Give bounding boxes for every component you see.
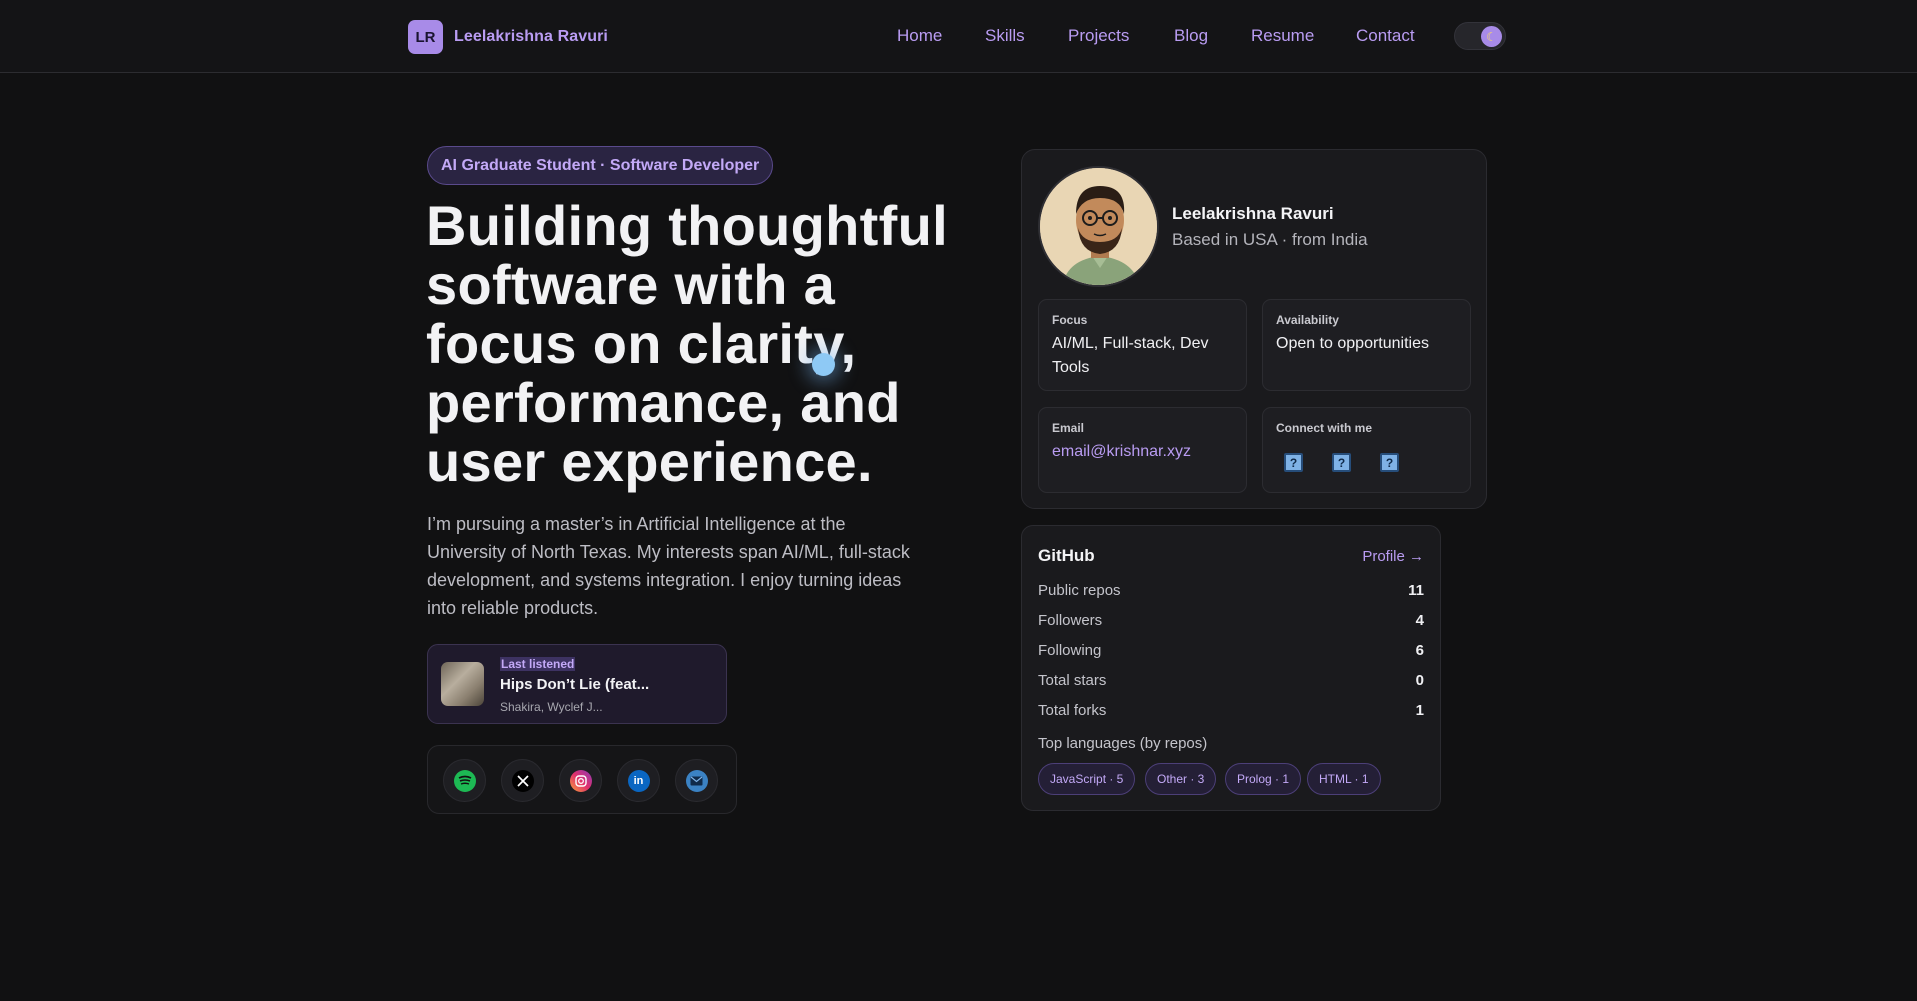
stat-row: Total forks 1 (1038, 702, 1424, 722)
track-title: Hips Don’t Lie (feat... (500, 676, 650, 693)
languages-title: Top languages (by repos) (1038, 735, 1208, 752)
brand[interactable]: LR Leelakrishna Ravuri (408, 20, 608, 54)
track-artist: Shakira, Wyclef J... (500, 700, 603, 714)
stat-label: Following (1038, 642, 1102, 659)
stat-row: Total stars 0 (1038, 672, 1424, 692)
linkedin-link[interactable]: in (617, 759, 660, 802)
availability-box: Availability Open to opportunities (1262, 299, 1471, 391)
stat-label: Followers (1038, 612, 1103, 629)
stat-label: Public repos (1038, 582, 1121, 599)
moon-icon: ☾ (1481, 26, 1502, 47)
stat-value: 11 (1408, 582, 1424, 599)
broken-image-icon[interactable]: ? (1284, 453, 1303, 472)
github-title: GitHub (1038, 546, 1095, 565)
profile-name: Leelakrishna Ravuri (1172, 204, 1334, 223)
spotify-link[interactable] (443, 759, 486, 802)
nav-projects[interactable]: Projects (1068, 26, 1129, 46)
profile-card: Leelakrishna Ravuri Based in USA · from … (1021, 149, 1487, 509)
cursor-glow (812, 353, 835, 376)
x-link[interactable] (501, 759, 544, 802)
connect-box: Connect with me ? ? ? (1262, 407, 1471, 493)
availability-label: Availability (1276, 313, 1339, 327)
navbar: LR Leelakrishna Ravuri Home Skills Proje… (0, 0, 1917, 73)
last-listened-label: Last listened (500, 657, 576, 671)
stat-value: 4 (1415, 612, 1424, 629)
email-link-text[interactable]: email@krishnar.xyz (1052, 440, 1232, 464)
avatar (1038, 166, 1159, 287)
instagram-link[interactable] (559, 759, 602, 802)
focus-box: Focus AI/ML, Full-stack, Dev Tools (1038, 299, 1247, 391)
language-chip: Other · 3 (1145, 763, 1217, 795)
instagram-icon (569, 769, 592, 792)
brand-name[interactable]: Leelakrishna Ravuri (454, 28, 608, 46)
role-badge: AI Graduate Student · Software Developer (427, 146, 774, 185)
nav-home[interactable]: Home (897, 26, 942, 46)
profile-location: Based in USA · from India (1172, 230, 1368, 249)
email-label: Email (1052, 421, 1085, 435)
stat-row: Followers 4 (1038, 612, 1424, 632)
brand-logo[interactable]: LR (408, 20, 443, 54)
email-box: Email email@krishnar.xyz (1038, 407, 1247, 493)
spotify-icon (453, 769, 476, 792)
email-icon (685, 769, 708, 792)
hero-headline: Building thoughtful software with a focu… (426, 194, 948, 493)
availability-value: Open to opportunities (1276, 335, 1429, 352)
broken-image-icon[interactable]: ? (1380, 453, 1399, 472)
focus-label: Focus (1052, 313, 1088, 327)
focus-value: AI/ML, Full-stack, Dev Tools (1052, 335, 1209, 376)
linkedin-icon: in (627, 769, 650, 792)
nav-skills[interactable]: Skills (985, 26, 1025, 46)
stat-value: 6 (1415, 642, 1424, 659)
hero-bio: I’m pursuing a master’s in Artificial In… (427, 514, 910, 618)
broken-image-icon[interactable]: ? (1332, 453, 1351, 472)
theme-toggle[interactable]: ☾ (1454, 22, 1506, 50)
stat-row: Public repos 11 (1038, 582, 1424, 602)
last-listened-card[interactable]: Last listened Hips Don’t Lie (feat... Sh… (427, 644, 727, 724)
stat-row: Following 6 (1038, 642, 1424, 662)
stat-label: Total stars (1038, 672, 1107, 689)
nav-resume[interactable]: Resume (1251, 26, 1314, 46)
social-links: in (427, 745, 737, 814)
x-icon (511, 769, 534, 792)
github-profile-link[interactable]: Profile → (1362, 548, 1424, 565)
album-art (441, 662, 484, 706)
language-chip: JavaScript · 5 (1038, 763, 1136, 795)
github-card: GitHub Profile → Public repos 11 Followe… (1021, 525, 1441, 811)
connect-label: Connect with me (1276, 421, 1373, 435)
stat-value: 0 (1415, 672, 1424, 689)
nav-blog[interactable]: Blog (1174, 26, 1208, 46)
email-link[interactable] (675, 759, 718, 802)
language-chip: HTML · 1 (1307, 763, 1381, 795)
stat-value: 1 (1415, 702, 1424, 719)
nav-contact[interactable]: Contact (1356, 26, 1415, 46)
stat-label: Total forks (1038, 702, 1107, 719)
language-chip: Prolog · 1 (1225, 763, 1302, 795)
